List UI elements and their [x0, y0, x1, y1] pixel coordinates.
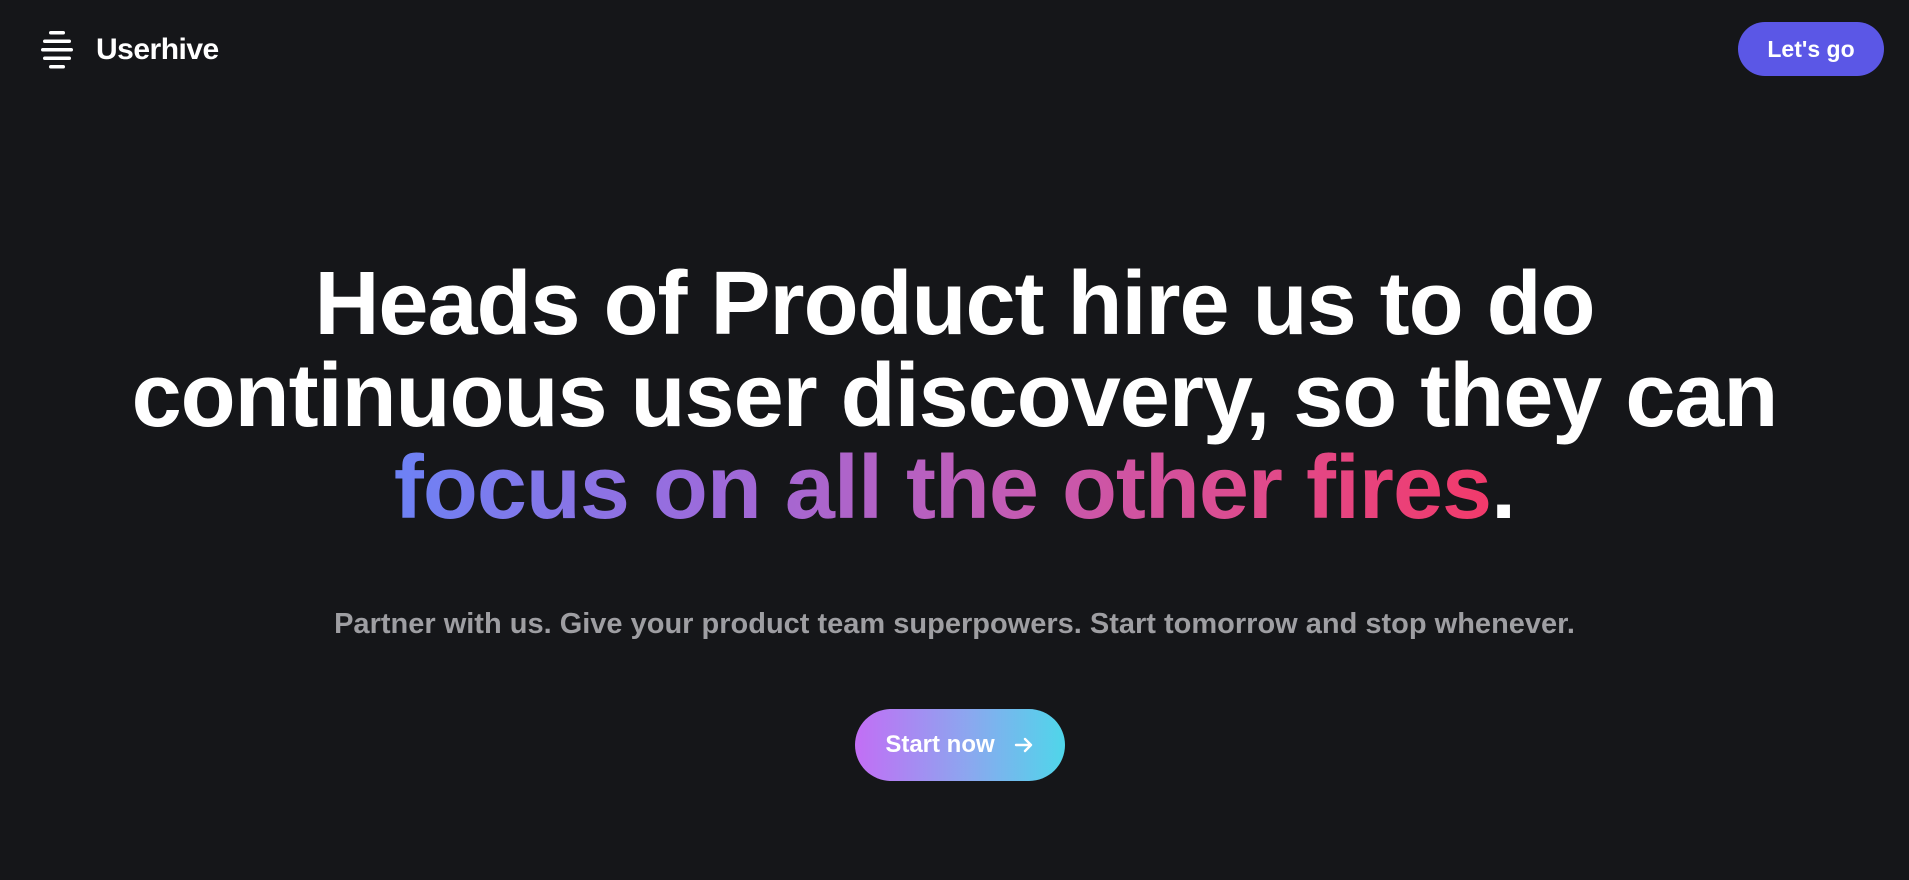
headline-line-2: continuous user discovery, so they can: [131, 346, 1779, 446]
hero-section: Heads of Product hire us to do continuou…: [0, 258, 1909, 534]
headline-highlight: focus on all the other fires: [393, 438, 1492, 538]
start-now-label: Start now: [885, 731, 995, 758]
hero-subtext: Partner with us. Give your product team …: [334, 608, 1575, 640]
navbar: Userhive Let's go: [0, 0, 1909, 100]
lets-go-button[interactable]: Let's go: [1738, 22, 1884, 76]
headline-period: .: [1491, 438, 1516, 538]
logo-icon: [40, 30, 74, 70]
brand-name: Userhive: [96, 33, 219, 66]
headline-line-3: focus on all the other fires.: [0, 442, 1909, 534]
brand-link[interactable]: Userhive: [40, 30, 219, 70]
arrow-right-icon: [1013, 734, 1035, 756]
hero-headline: Heads of Product hire us to do continuou…: [0, 258, 1909, 534]
start-now-button[interactable]: Start now: [855, 709, 1065, 781]
headline-line-1: Heads of Product hire us to do: [314, 254, 1595, 354]
